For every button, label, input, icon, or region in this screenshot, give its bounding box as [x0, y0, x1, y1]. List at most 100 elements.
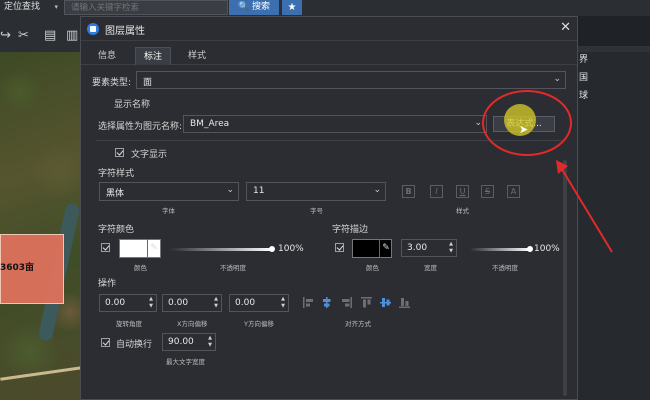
- chevron-down-icon: ⌄: [373, 185, 381, 195]
- eyedropper-icon[interactable]: ✎: [147, 239, 160, 257]
- stroke-width-caption: 宽度: [424, 264, 437, 272]
- tab-style[interactable]: 样式: [179, 47, 215, 65]
- x-offset-input[interactable]: 0.00 ▲ ▼: [162, 294, 222, 312]
- y-offset-input[interactable]: 0.00 ▲ ▼: [229, 294, 289, 312]
- attribute-select[interactable]: BM_Area ⌄: [183, 115, 487, 133]
- rotation-input[interactable]: 0.00 ▲ ▼: [99, 294, 157, 312]
- right-panel-item[interactable]: 球: [579, 88, 588, 101]
- align-top-icon[interactable]: [360, 296, 373, 309]
- font-caption: 字体: [162, 207, 175, 215]
- char-color-checkbox[interactable]: [101, 243, 110, 252]
- display-name-section: 显示名称: [114, 100, 151, 110]
- dialog-titlebar[interactable]: 图层属性 ✕: [81, 17, 577, 41]
- auto-wrap-label: 自动换行: [116, 340, 153, 350]
- road: [0, 366, 82, 381]
- feature-type-value: 面: [143, 78, 153, 88]
- chevron-down-icon: ⌄: [226, 185, 234, 195]
- char-color-caption: 颜色: [134, 264, 147, 272]
- font-size-value: 11: [253, 186, 265, 196]
- y-offset-value: 0.00: [235, 298, 256, 308]
- close-icon[interactable]: ✕: [560, 20, 571, 35]
- style-caption: 样式: [456, 207, 469, 215]
- italic-button[interactable]: I: [430, 185, 443, 198]
- align-left-icon[interactable]: [302, 296, 315, 309]
- star-icon: ★: [287, 2, 297, 13]
- annotation-arrow-icon: [556, 160, 613, 253]
- align-caption: 对齐方式: [345, 320, 371, 328]
- operation-section: 操作: [98, 279, 117, 289]
- search-input[interactable]: [64, 0, 228, 15]
- max-width-caption: 最大文字宽度: [166, 358, 205, 366]
- locate-label: 定位查找: [4, 2, 41, 12]
- strikethrough-button[interactable]: S: [481, 185, 494, 198]
- char-style-section: 字符样式: [98, 169, 135, 179]
- top-search-bar: 定位查找 ▾ 🔍 搜索 ★: [0, 0, 650, 16]
- search-button[interactable]: 🔍 搜索: [229, 0, 279, 15]
- rotation-caption: 旋转角度: [116, 320, 142, 328]
- right-panel-item[interactable]: 国: [579, 70, 588, 83]
- char-stroke-section: 字符描边: [332, 225, 369, 235]
- layers-icon[interactable]: ▥: [66, 28, 78, 43]
- spinner-arrows-icon[interactable]: ▲ ▼: [281, 296, 285, 310]
- text-effect-button[interactable]: A: [507, 185, 520, 198]
- attribute-select-value: BM_Area: [190, 119, 230, 129]
- tab-annotation[interactable]: 标注: [135, 47, 171, 65]
- bold-button[interactable]: B: [402, 185, 415, 198]
- font-size-caption: 字号: [310, 207, 323, 215]
- stroke-width-value: 3.00: [407, 243, 428, 253]
- dialog-title: 图层属性: [105, 26, 145, 37]
- search-button-label: 搜索: [252, 2, 271, 12]
- text-display-label: 文字显示: [131, 150, 168, 160]
- spinner-arrows-icon[interactable]: ▲ ▼: [149, 296, 153, 310]
- map-view[interactable]: 3603亩: [0, 52, 82, 400]
- x-offset-caption: X方向偏移: [177, 320, 208, 328]
- align-right-icon[interactable]: [340, 296, 353, 309]
- select-attribute-label: 选择属性为图元名称:: [98, 122, 183, 132]
- align-bottom-icon[interactable]: [398, 296, 411, 309]
- spinner-arrows-icon[interactable]: ▲ ▼: [208, 335, 212, 349]
- app-icon: [87, 23, 99, 35]
- stroke-opacity-slider[interactable]: [470, 248, 530, 251]
- char-opacity-slider[interactable]: [170, 248, 272, 251]
- spinner-arrows-icon[interactable]: ▲ ▼: [214, 296, 218, 310]
- char-opacity-caption: 不透明度: [220, 264, 246, 272]
- parcel-label: 3603亩: [0, 263, 35, 273]
- map-toolbar: ↪ ✂ ▤ ▥: [0, 16, 82, 52]
- font-size-select[interactable]: 11 ⌄: [246, 182, 386, 201]
- chevron-down-icon: ⌄: [553, 74, 561, 84]
- scissors-icon[interactable]: ✂: [18, 28, 29, 43]
- text-display-checkbox[interactable]: [115, 148, 124, 157]
- char-stroke-checkbox[interactable]: [335, 243, 344, 252]
- right-panel-item[interactable]: 界: [579, 52, 588, 65]
- spinner-arrows-icon[interactable]: ▲ ▼: [449, 241, 453, 255]
- tab-bar: 信息 标注 样式: [81, 47, 577, 65]
- x-offset-value: 0.00: [168, 298, 189, 308]
- mouse-cursor-icon: ➤: [519, 123, 529, 136]
- stroke-opacity-slider-handle[interactable]: [527, 246, 533, 252]
- feature-type-select[interactable]: 面 ⌄: [136, 71, 566, 89]
- font-value: 黑体: [106, 189, 125, 199]
- rotation-value: 0.00: [105, 298, 126, 308]
- auto-wrap-checkbox[interactable]: [101, 338, 110, 347]
- max-width-value: 90.00: [168, 337, 194, 347]
- redo-icon[interactable]: ↪: [0, 28, 11, 43]
- document-icon[interactable]: ▤: [44, 28, 56, 43]
- locate-dropdown[interactable]: 定位查找 ▾: [4, 1, 60, 14]
- align-middle-v-icon[interactable]: [379, 296, 392, 309]
- feature-type-label: 要素类型:: [92, 78, 132, 88]
- font-select[interactable]: 黑体 ⌄: [99, 182, 239, 201]
- max-width-input[interactable]: 90.00 ▲ ▼: [162, 333, 216, 351]
- chevron-down-icon: ⌄: [474, 118, 482, 128]
- stroke-width-input[interactable]: 3.00 ▲ ▼: [401, 239, 457, 257]
- underline-button[interactable]: U: [456, 185, 469, 198]
- stroke-opacity-caption: 不透明度: [492, 264, 518, 272]
- search-icon: 🔍: [237, 2, 250, 12]
- align-center-h-icon[interactable]: [320, 296, 333, 309]
- stroke-color-caption: 颜色: [366, 264, 379, 272]
- eyedropper-icon[interactable]: ✎: [379, 239, 392, 257]
- char-opacity-value: 100%: [278, 244, 304, 254]
- y-offset-caption: Y方向偏移: [244, 320, 274, 328]
- char-opacity-slider-handle[interactable]: [269, 246, 275, 252]
- favorite-button[interactable]: ★: [282, 0, 302, 15]
- tab-info[interactable]: 信息: [89, 47, 125, 65]
